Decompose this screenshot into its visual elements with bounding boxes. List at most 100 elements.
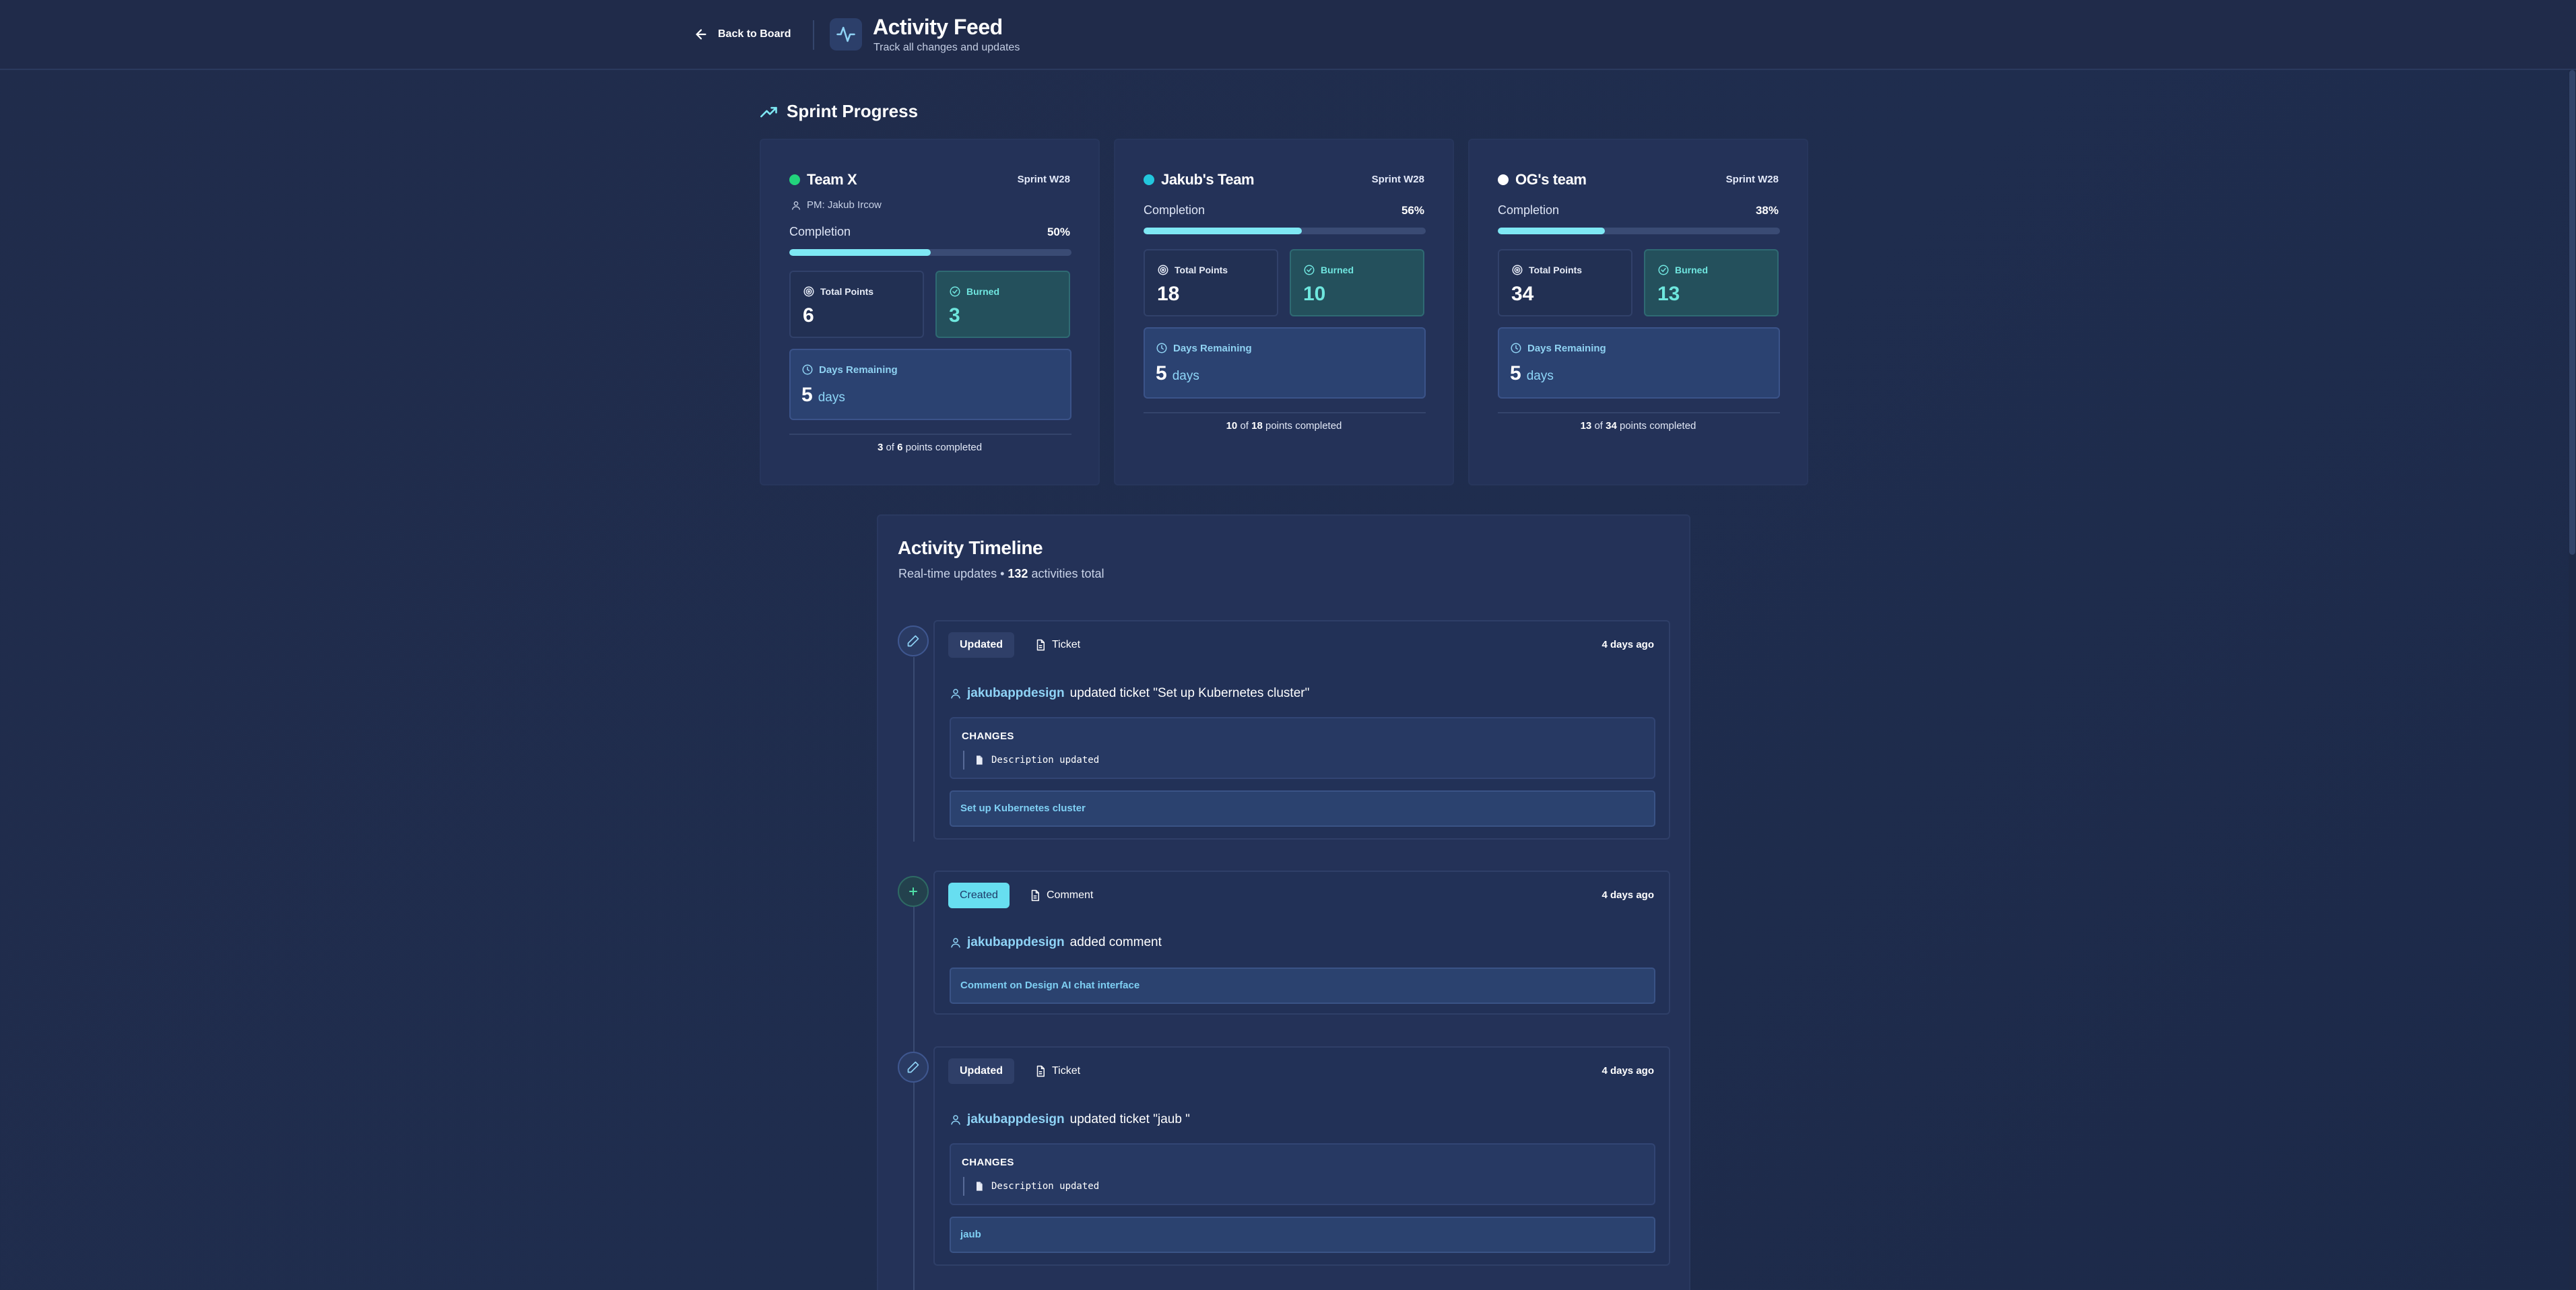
- days-remaining-value: 5: [1510, 362, 1521, 384]
- days-remaining-box: Days Remaining 5 days: [1498, 327, 1780, 399]
- activity-timeline-title: Activity Timeline: [898, 537, 1043, 558]
- activity-card[interactable]: Updated Ticket 4 days ago jakubappdesign…: [933, 620, 1670, 840]
- target-icon: [803, 286, 814, 297]
- file-icon: [977, 755, 983, 765]
- completion-percent: 50%: [1047, 226, 1070, 238]
- pm-row: PM: Jakub Ircow: [791, 199, 882, 211]
- clock-icon: [802, 364, 813, 375]
- pencil-icon: [907, 1061, 919, 1073]
- timeline-node-created: [898, 876, 929, 907]
- timeline-node-updated: [898, 1052, 929, 1083]
- file-icon: [977, 1182, 983, 1191]
- page-subtitle: Track all changes and updates: [873, 42, 1020, 53]
- completion-percent: 38%: [1755, 204, 1779, 217]
- points-completed-summary: 10 of 18 points completed: [1226, 420, 1342, 432]
- activity-card[interactable]: Updated Ticket 4 days ago jakubappdesign…: [933, 1046, 1670, 1266]
- days-remaining-label: Days Remaining: [819, 364, 898, 376]
- completion-label: Completion: [1144, 203, 1206, 217]
- completion-label: Completion: [1498, 203, 1560, 217]
- ticket-link[interactable]: Set up Kubernetes cluster: [950, 790, 1655, 827]
- burned-box: Burned 10: [1290, 249, 1424, 316]
- points-completed-summary: 13 of 34 points completed: [1580, 420, 1696, 432]
- sprint-progress-title: Sprint Progress: [787, 101, 919, 121]
- pm-name: PM: Jakub Ircow: [807, 199, 882, 211]
- check-circle-icon: [1304, 265, 1315, 275]
- sprint-label: Sprint W28: [1371, 174, 1424, 185]
- clock-icon: [1156, 343, 1167, 353]
- timeline-connector: [913, 1083, 915, 1290]
- activity-description: jakubappdesign updated ticket "jaub ": [950, 1112, 1190, 1127]
- total-points-box: Total Points 34: [1498, 249, 1632, 316]
- target-icon: [1512, 265, 1523, 275]
- burned-value: 3: [949, 304, 960, 327]
- back-to-board-label: Back to Board: [718, 28, 791, 40]
- days-unit: days: [1526, 369, 1554, 383]
- clock-icon: [1511, 343, 1521, 353]
- user-icon: [951, 689, 960, 699]
- actor-link[interactable]: jakubappdesign: [967, 686, 1065, 701]
- days-remaining-box: Days Remaining 5 days: [1144, 327, 1426, 399]
- total-points-label: Total Points: [1175, 265, 1228, 275]
- type-badge: Comment: [1025, 883, 1097, 908]
- total-points-box: Total Points 18: [1144, 249, 1278, 316]
- changes-box: CHANGES Description updated: [950, 717, 1655, 779]
- comment-link[interactable]: Comment on Design AI chat interface: [950, 967, 1655, 1004]
- type-badge: Ticket: [1030, 1058, 1084, 1084]
- change-item: Description updated: [963, 1177, 1099, 1196]
- check-circle-icon: [950, 286, 960, 297]
- sprint-label: Sprint W28: [1725, 174, 1779, 185]
- plus-icon: [909, 887, 917, 895]
- activity-description: jakubappdesign updated ticket "Set up Ku…: [950, 686, 1309, 701]
- completion-progress-fill: [789, 249, 931, 256]
- team-card-ogs-team: OG's team Sprint W28 Completion 38% Tota…: [1468, 139, 1808, 485]
- burned-box: Burned 13: [1644, 249, 1779, 316]
- card-divider: [1144, 412, 1426, 413]
- user-icon: [951, 1115, 960, 1125]
- activity-timeline-subtitle: Real-time updates • 132 activities total: [898, 567, 1104, 580]
- ticket-link[interactable]: jaub: [950, 1217, 1655, 1253]
- sprint-progress-heading: Sprint Progress: [760, 101, 918, 122]
- scrollbar-thumb[interactable]: [2569, 70, 2575, 555]
- completion-progress-bar: [789, 249, 1071, 256]
- activity-timestamp: 4 days ago: [1601, 1065, 1654, 1077]
- completion-progress-bar: [1144, 228, 1426, 234]
- change-item: Description updated: [963, 751, 1099, 770]
- actor-link[interactable]: jakubappdesign: [967, 935, 1065, 950]
- timeline-connector: [913, 907, 915, 1056]
- header-divider: [813, 20, 814, 50]
- document-icon: [1031, 889, 1039, 902]
- action-badge: Updated: [948, 1058, 1014, 1084]
- target-icon: [1158, 265, 1168, 275]
- activity-timestamp: 4 days ago: [1601, 639, 1654, 650]
- team-name: Team X: [807, 171, 857, 188]
- days-unit: days: [818, 391, 845, 405]
- timeline-node-updated: [898, 625, 929, 656]
- completion-progress-bar: [1498, 228, 1780, 234]
- total-points-label: Total Points: [820, 286, 874, 297]
- burned-value: 13: [1657, 283, 1680, 305]
- completion-label: Completion: [789, 225, 851, 238]
- actor-link[interactable]: jakubappdesign: [967, 1112, 1065, 1127]
- team-card-team-x: Team X Sprint W28 PM: Jakub Ircow Comple…: [760, 139, 1100, 485]
- document-icon: [1036, 1065, 1045, 1077]
- days-remaining-value: 5: [801, 384, 813, 406]
- team-name: Jakub's Team: [1161, 171, 1255, 188]
- changes-box: CHANGES Description updated: [950, 1143, 1655, 1205]
- trending-up-icon: [760, 106, 777, 117]
- action-badge: Updated: [948, 632, 1014, 658]
- sprint-label: Sprint W28: [1017, 174, 1070, 185]
- user-icon: [951, 938, 960, 948]
- burned-label: Burned: [1321, 265, 1354, 275]
- activity-card[interactable]: Created Comment 4 days ago jakubappdesig…: [933, 871, 1670, 1015]
- total-points-box: Total Points 6: [789, 271, 924, 338]
- activity-count: 132: [1008, 567, 1028, 580]
- page-title: Activity Feed: [873, 15, 1003, 39]
- burned-label: Burned: [1675, 265, 1708, 275]
- completion-percent: 56%: [1401, 204, 1424, 217]
- team-name: OG's team: [1515, 171, 1587, 188]
- total-points-label: Total Points: [1529, 265, 1583, 275]
- days-remaining-label: Days Remaining: [1527, 342, 1606, 354]
- user-icon: [792, 201, 800, 210]
- back-to-board-button[interactable]: Back to Board: [694, 24, 791, 44]
- document-icon: [1036, 639, 1045, 651]
